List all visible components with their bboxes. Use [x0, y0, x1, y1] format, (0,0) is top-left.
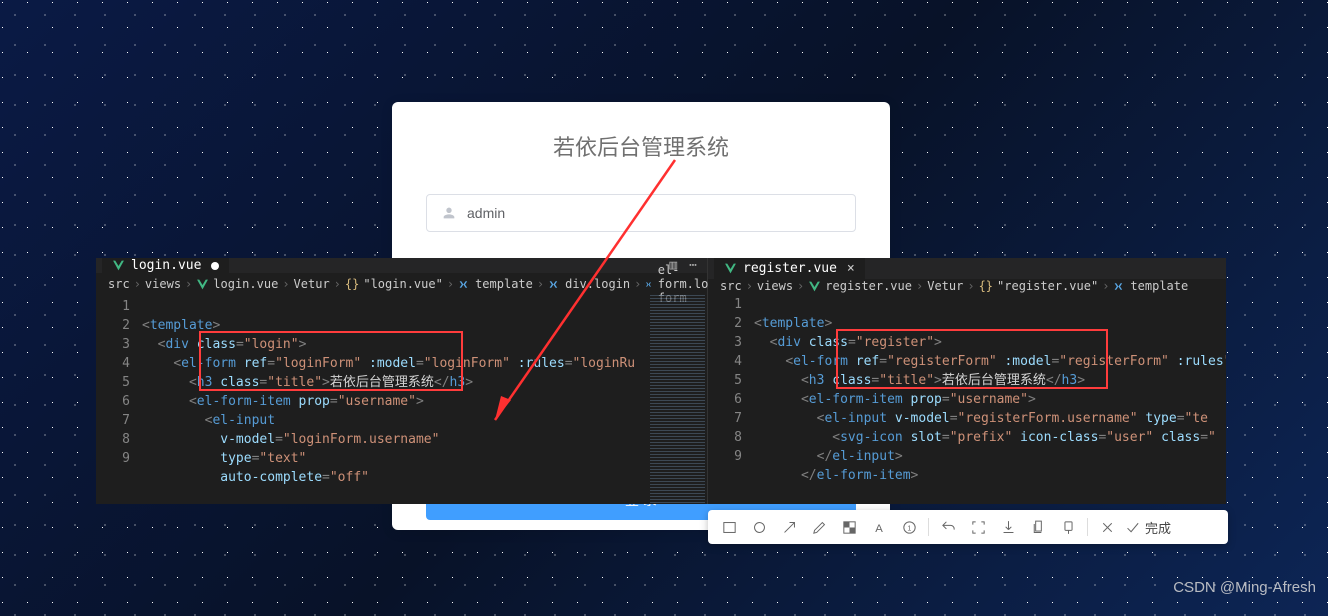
code-area-left[interactable]: 123456789 <template> <div class="login">…: [96, 295, 707, 504]
save-icon[interactable]: [995, 514, 1021, 540]
copy-icon[interactable]: [1025, 514, 1051, 540]
text-tool-icon[interactable]: A: [866, 514, 892, 540]
rect-tool-icon[interactable]: [716, 514, 742, 540]
counter-tool-icon[interactable]: 1: [896, 514, 922, 540]
done-button[interactable]: 完成: [1124, 518, 1171, 537]
tab-bar-left: login.vue ▥ ⋯: [96, 258, 707, 273]
check-icon: [1124, 519, 1141, 536]
tag-icon: [548, 278, 561, 291]
tab-register-vue[interactable]: register.vue ×: [714, 258, 865, 279]
tag-icon: [1113, 280, 1126, 293]
tab-bar-right: register.vue ×: [708, 258, 1226, 279]
code-body-left[interactable]: <template> <div class="login"> <el-form …: [142, 295, 707, 504]
tab-dirty-indicator: [211, 262, 219, 270]
breadcrumb-left[interactable]: src› views› login.vue› Vetur› {} "login.…: [96, 273, 707, 295]
username-field[interactable]: [426, 194, 856, 232]
long-capture-icon[interactable]: [965, 514, 991, 540]
vue-icon: [112, 259, 125, 272]
toolbar-separator: [1087, 518, 1088, 536]
tab-label: login.vue: [131, 258, 201, 273]
editor-pane-right: register.vue × src› views› register.vue›…: [708, 258, 1226, 504]
vue-icon: [808, 280, 821, 293]
breadcrumb-right[interactable]: src› views› register.vue› Vetur› {} "reg…: [708, 279, 1226, 293]
user-icon: [441, 205, 457, 221]
vscode-editor-overlay: login.vue ▥ ⋯ src› views› login.vue› Vet…: [96, 258, 1226, 504]
username-input[interactable]: [467, 205, 841, 221]
cancel-icon[interactable]: [1094, 514, 1120, 540]
vue-icon: [196, 278, 209, 291]
undo-icon[interactable]: [935, 514, 961, 540]
code-body-right[interactable]: <template> <div class="register"> <el-fo…: [754, 293, 1226, 504]
pin-icon[interactable]: [1055, 514, 1081, 540]
tag-icon: [645, 278, 653, 291]
tag-icon: [458, 278, 471, 291]
image-credit: CSDN @Ming-Afresh: [1173, 579, 1316, 596]
editor-pane-left: login.vue ▥ ⋯ src› views› login.vue› Vet…: [96, 258, 708, 504]
line-gutter: 123456789: [708, 293, 754, 504]
snipping-toolbar: A 1 完成: [708, 510, 1228, 544]
minimap-left[interactable]: [647, 295, 707, 504]
login-title: 若依后台管理系统: [426, 130, 856, 162]
svg-text:A: A: [875, 522, 883, 534]
toolbar-separator: [928, 518, 929, 536]
line-gutter: 123456789: [96, 295, 142, 504]
circle-tool-icon[interactable]: [746, 514, 772, 540]
svg-text:1: 1: [907, 524, 911, 532]
tab-label: register.vue: [743, 261, 837, 276]
arrow-tool-icon[interactable]: [776, 514, 802, 540]
code-area-right[interactable]: 123456789 <template> <div class="registe…: [708, 293, 1226, 504]
mosaic-tool-icon[interactable]: [836, 514, 862, 540]
pen-tool-icon[interactable]: [806, 514, 832, 540]
tab-login-vue[interactable]: login.vue: [102, 258, 229, 273]
vue-icon: [724, 262, 737, 275]
close-icon[interactable]: ×: [847, 261, 855, 276]
